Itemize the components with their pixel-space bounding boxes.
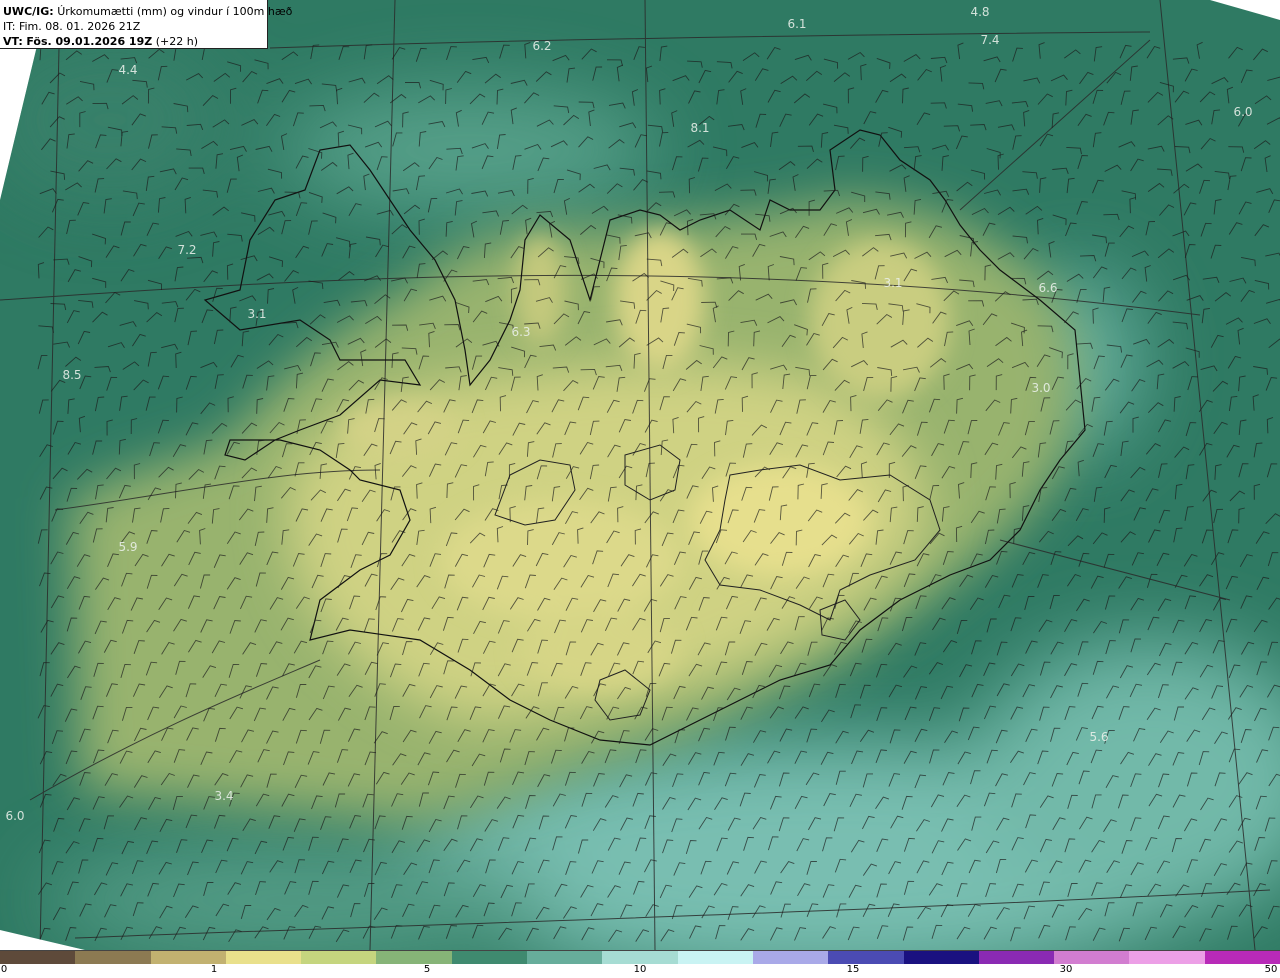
map-value-label: 3.4 [214, 789, 234, 803]
colorbar-tick: 1 [210, 964, 218, 975]
colorbar-segment [903, 951, 979, 964]
colorbar-segment [376, 951, 452, 964]
colorbar-segment [1204, 951, 1280, 964]
precipitation-map [0, 0, 1280, 950]
valid-time-value: Fös. 09.01.2026 19Z [26, 35, 153, 48]
colorbar-segment [602, 951, 678, 964]
colorbar-segment [150, 951, 226, 964]
colorbar-segment [301, 951, 377, 964]
map-value-label: 4.4 [118, 63, 138, 77]
map-value-label: 7.2 [177, 243, 197, 257]
init-time: IT: Fim. 08. 01. 2026 21Z [3, 20, 141, 33]
map-value-label: 7.4 [980, 33, 1000, 47]
colorbar-tick: 15 [846, 964, 860, 975]
colorbar-segment [978, 951, 1055, 964]
colorbar-segment [752, 951, 829, 964]
colorbar-segment [527, 951, 603, 964]
map-value-label: 6.3 [511, 325, 531, 339]
model-label: UWC/IG: [3, 5, 54, 18]
map-value-label: 8.1 [690, 121, 710, 135]
map-value-label: 6.6 [1038, 281, 1058, 295]
valid-time-line: VT: Fös. 09.01.2026 19Z (+22 h) [3, 34, 264, 49]
colorbar-segment [828, 951, 904, 964]
title-line: UWC/IG: Úrkomumætti (mm) og vindur í 100… [3, 4, 292, 19]
colorbar-tick: 10 [633, 964, 647, 975]
colorbar-segment [1129, 951, 1205, 964]
colorbar-tick: 30 [1059, 964, 1073, 975]
colorbar-tick: 5 [423, 964, 431, 975]
valid-time-prefix: VT: [3, 35, 23, 48]
map-value-label: 6.0 [5, 809, 25, 823]
info-box: UWC/IG: Úrkomumætti (mm) og vindur í 100… [0, 0, 292, 49]
lead-time: (+22 h) [155, 35, 198, 48]
map-value-label: 6.2 [532, 39, 552, 53]
colorbar-tick: 0 [0, 964, 8, 975]
colorbar-segment [225, 951, 302, 964]
description-label: Úrkomumætti (mm) og vindur í 100m hæð [57, 5, 293, 18]
colorbar-segment [677, 951, 753, 964]
colorbar [0, 950, 1280, 964]
map-value-label: 5.6 [1089, 730, 1109, 744]
map-value-label: 3.1 [883, 276, 903, 290]
colorbar-segment [0, 951, 76, 964]
colorbar-tick: 50 [1264, 964, 1278, 975]
map-value-label: 4.8 [970, 5, 990, 19]
map-value-label: 6.1 [787, 17, 807, 31]
map-value-label: 5.9 [118, 540, 138, 554]
map-value-label: 6.0 [1233, 105, 1253, 119]
map-value-label: 3.1 [247, 307, 267, 321]
map-value-label: 3.0 [1031, 381, 1051, 395]
map-value-label: 8.5 [62, 368, 82, 382]
colorbar-ticks: 0 1 5 10 15 30 50 [0, 964, 1280, 978]
colorbar-segment [451, 951, 528, 964]
colorbar-segment [75, 951, 151, 964]
colorbar-segment [1054, 951, 1130, 964]
